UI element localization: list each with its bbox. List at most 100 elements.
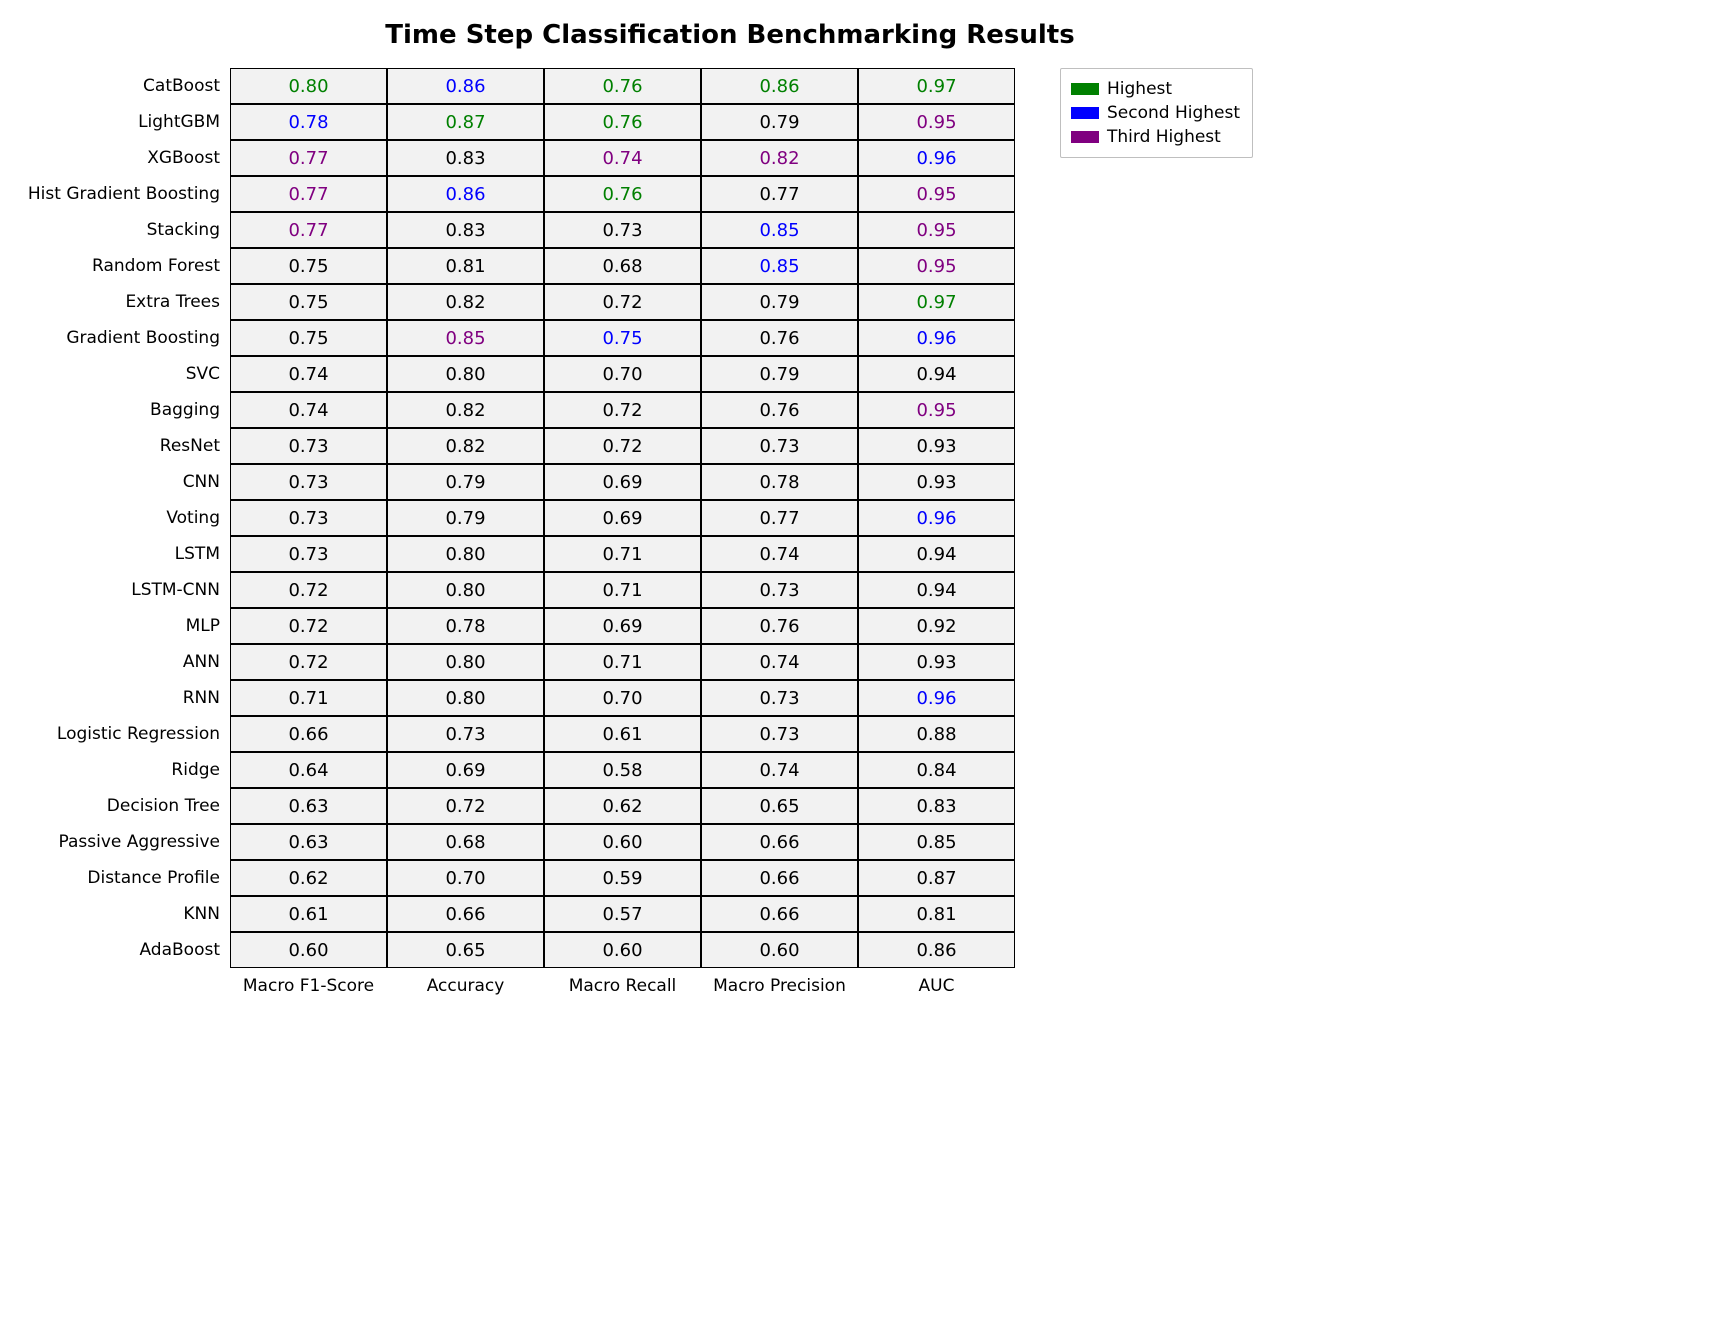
column-header: Macro F1-Score xyxy=(230,968,387,1006)
data-cell: 0.94 xyxy=(858,536,1015,572)
data-cell: 0.76 xyxy=(701,608,858,644)
legend: HighestSecond HighestThird Highest xyxy=(1060,68,1253,158)
data-cell: 0.66 xyxy=(701,896,858,932)
data-cell: 0.80 xyxy=(387,572,544,608)
row-label: CNN xyxy=(20,464,230,500)
row-label: CatBoost xyxy=(20,68,230,104)
row-label: MLP xyxy=(20,608,230,644)
data-cell: 0.69 xyxy=(544,500,701,536)
data-cell: 0.85 xyxy=(701,248,858,284)
data-cell: 0.81 xyxy=(858,896,1015,932)
legend-swatch xyxy=(1071,107,1099,119)
chart-title: Time Step Classification Benchmarking Re… xyxy=(230,20,1230,50)
data-cell: 0.86 xyxy=(387,176,544,212)
data-cell: 0.69 xyxy=(544,464,701,500)
data-cell: 0.69 xyxy=(387,752,544,788)
data-cell: 0.96 xyxy=(858,140,1015,176)
data-cell: 0.77 xyxy=(230,176,387,212)
data-cell: 0.75 xyxy=(230,284,387,320)
data-cell: 0.71 xyxy=(544,644,701,680)
data-cell: 0.72 xyxy=(544,392,701,428)
data-cell: 0.76 xyxy=(701,320,858,356)
legend-swatch xyxy=(1071,131,1099,143)
data-cell: 0.96 xyxy=(858,500,1015,536)
data-cell: 0.95 xyxy=(858,176,1015,212)
data-cell: 0.60 xyxy=(230,932,387,968)
data-cell: 0.76 xyxy=(544,68,701,104)
row-label: LSTM-CNN xyxy=(20,572,230,608)
data-cell: 0.94 xyxy=(858,356,1015,392)
data-cell: 0.95 xyxy=(858,392,1015,428)
data-cell: 0.72 xyxy=(544,284,701,320)
data-cell: 0.85 xyxy=(858,824,1015,860)
data-cell: 0.73 xyxy=(701,680,858,716)
column-header: Macro Precision xyxy=(701,968,858,1006)
data-cell: 0.62 xyxy=(544,788,701,824)
data-cell: 0.82 xyxy=(387,392,544,428)
data-cell: 0.74 xyxy=(230,356,387,392)
data-cell: 0.77 xyxy=(701,500,858,536)
data-cell: 0.75 xyxy=(230,320,387,356)
data-cell: 0.73 xyxy=(230,500,387,536)
data-cell: 0.74 xyxy=(544,140,701,176)
data-cell: 0.68 xyxy=(387,824,544,860)
data-cell: 0.60 xyxy=(544,932,701,968)
data-cell: 0.88 xyxy=(858,716,1015,752)
data-cell: 0.70 xyxy=(387,860,544,896)
column-header: Macro Recall xyxy=(544,968,701,1006)
data-cell: 0.74 xyxy=(701,644,858,680)
data-cell: 0.74 xyxy=(701,752,858,788)
row-label: Random Forest xyxy=(20,248,230,284)
data-cell: 0.63 xyxy=(230,788,387,824)
data-cell: 0.95 xyxy=(858,212,1015,248)
data-cell: 0.65 xyxy=(387,932,544,968)
data-cell: 0.73 xyxy=(230,536,387,572)
data-cell: 0.83 xyxy=(858,788,1015,824)
data-cell: 0.85 xyxy=(387,320,544,356)
data-cell: 0.73 xyxy=(701,716,858,752)
data-cell: 0.97 xyxy=(858,68,1015,104)
data-cell: 0.80 xyxy=(387,356,544,392)
column-header: Accuracy xyxy=(387,968,544,1006)
row-label: Hist Gradient Boosting xyxy=(20,176,230,212)
data-cell: 0.83 xyxy=(387,140,544,176)
data-cell: 0.71 xyxy=(230,680,387,716)
data-cell: 0.68 xyxy=(544,248,701,284)
data-cell: 0.93 xyxy=(858,464,1015,500)
data-cell: 0.80 xyxy=(387,644,544,680)
data-cell: 0.72 xyxy=(230,572,387,608)
data-cell: 0.93 xyxy=(858,644,1015,680)
data-cell: 0.76 xyxy=(544,104,701,140)
chart-body: CatBoost0.800.860.760.860.97LightGBM0.78… xyxy=(20,68,1697,1006)
row-label: Decision Tree xyxy=(20,788,230,824)
data-cell: 0.79 xyxy=(701,104,858,140)
data-cell: 0.96 xyxy=(858,320,1015,356)
data-cell: 0.77 xyxy=(701,176,858,212)
data-cell: 0.61 xyxy=(544,716,701,752)
data-cell: 0.74 xyxy=(230,392,387,428)
data-cell: 0.87 xyxy=(858,860,1015,896)
row-label: ANN xyxy=(20,644,230,680)
data-cell: 0.78 xyxy=(230,104,387,140)
data-cell: 0.84 xyxy=(858,752,1015,788)
data-cell: 0.73 xyxy=(544,212,701,248)
data-cell: 0.66 xyxy=(230,716,387,752)
row-label: Distance Profile xyxy=(20,860,230,896)
data-cell: 0.87 xyxy=(387,104,544,140)
row-label: Stacking xyxy=(20,212,230,248)
data-cell: 0.78 xyxy=(387,608,544,644)
data-cell: 0.72 xyxy=(230,644,387,680)
row-label: Extra Trees xyxy=(20,284,230,320)
data-cell: 0.60 xyxy=(701,932,858,968)
data-cell: 0.72 xyxy=(544,428,701,464)
data-cell: 0.92 xyxy=(858,608,1015,644)
data-cell: 0.61 xyxy=(230,896,387,932)
data-cell: 0.58 xyxy=(544,752,701,788)
data-cell: 0.79 xyxy=(387,464,544,500)
data-cell: 0.70 xyxy=(544,680,701,716)
data-cell: 0.72 xyxy=(387,788,544,824)
data-cell: 0.83 xyxy=(387,212,544,248)
data-cell: 0.85 xyxy=(701,212,858,248)
data-cell: 0.60 xyxy=(544,824,701,860)
row-label: Gradient Boosting xyxy=(20,320,230,356)
